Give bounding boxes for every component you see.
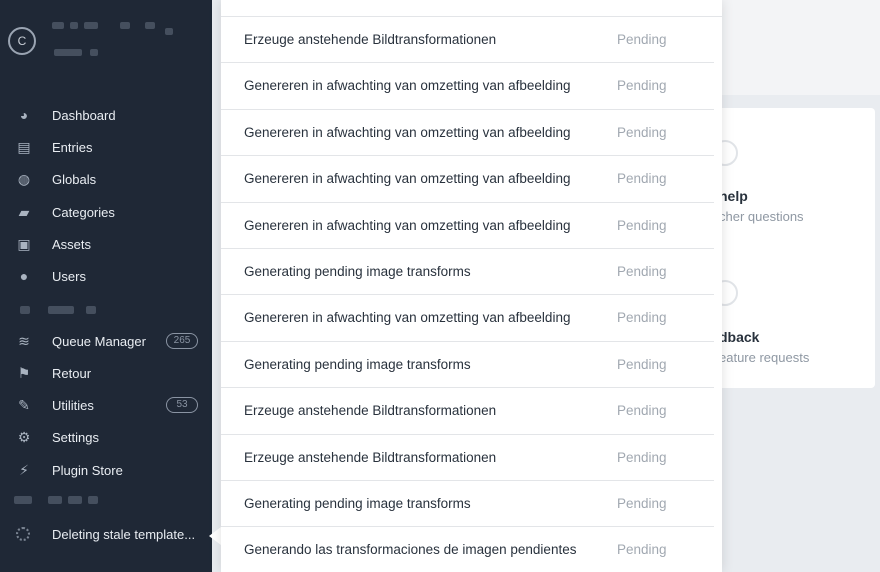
job-status: Pending [617,171,667,187]
wrench-icon: ✎ [18,396,30,413]
sidebar-item-label: Settings [52,429,99,445]
job-row[interactable]: Genereren in afwachting van omzetting va… [221,203,714,249]
nav-section-redacted [20,306,30,314]
job-row[interactable]: Generating pending image transforms Pendi… [221,342,714,389]
dashboard-icon: ◕ [19,107,29,123]
job-description: Genereren in afwachting van omzetting va… [244,171,571,187]
job-queue-popover: Erzeuge anstehende Bildtransformationen P… [221,0,722,572]
sidebar-item-label: Categories [52,204,115,220]
nav-section-redacted [14,496,32,504]
sidebar-item-label: Users [52,268,86,284]
count-badge: 53 [166,397,198,413]
job-row[interactable]: Genereren in afwachting van omzetting va… [221,110,714,157]
job-row[interactable]: Genereren in afwachting van omzetting va… [221,156,714,203]
job-description: Erzeuge anstehende Bildtransformationen [244,449,497,465]
spinner-icon [16,527,30,541]
sidebar-item-globals[interactable]: ◍ Globals [0,163,212,195]
site-name-redacted [165,28,173,35]
sidebar-item-label: Queue Manager [52,333,146,349]
sidebar-item-queue-manager[interactable]: ≋ Queue Manager 265 [0,325,212,357]
job-status: Pending [617,124,667,140]
feedback-title: dback [719,329,760,345]
job-status: Pending [617,403,667,419]
sidebar-item-label: Entries [52,139,93,155]
sidebar-item-label: Plugin Store [52,462,123,478]
stack-icon: ≋ [18,332,30,349]
count-badge: 265 [166,333,198,349]
job-row[interactable]: Erzeuge anstehende Bildtransformationen P… [221,435,714,481]
job-status: Pending [617,356,667,372]
popover-top-edge [221,0,722,17]
site-name-redacted [54,49,82,56]
job-status: Pending [617,32,667,47]
job-status: Pending [617,542,667,558]
job-row[interactable]: Erzeuge anstehende Bildtransformationen P… [221,17,714,64]
sidebar-item-retour[interactable]: ⚑ Retour [0,357,212,389]
job-row[interactable]: Generating pending image transforms Pendi… [221,481,714,528]
popover-pointer [209,527,221,545]
job-row[interactable]: Genereren in afwachting van omzetting va… [221,295,714,342]
image-icon: ▣ [17,235,31,252]
nav-section-redacted [48,496,62,504]
job-description: Erzeuge anstehende Bildtransformationen [244,403,497,419]
job-status-label: Deleting stale template... [52,526,196,542]
job-description: Generando las transformaciones de imagen… [244,542,577,558]
folder-icon: ▰ [18,203,30,220]
job-status: Pending [617,263,667,279]
sidebar: C ◕ Dashboard ▤ Entries ◍ Globals ▰ Categories ▣… [0,0,212,572]
job-description: Genereren in afwachting van omzetting va… [244,78,571,94]
job-description: Erzeuge anstehende Bildtransformationen [244,32,497,47]
help-subtitle: cher questions [719,209,804,224]
site-name-redacted [84,22,98,29]
sidebar-item-categories[interactable]: ▰ Categories [0,196,212,228]
nav-section-redacted [86,306,96,314]
job-description: Generating pending image transforms [244,356,471,372]
plug-icon: ⚡ [19,461,29,478]
job-description: Generating pending image transforms [244,263,471,279]
job-status: Pending [617,495,667,511]
sidebar-item-label: Utilities [52,397,94,413]
sidebar-item-label: Globals [52,171,97,187]
site-name-redacted [70,22,78,29]
job-description: Genereren in afwachting van omzetting va… [244,217,571,233]
job-status: Pending [617,78,667,94]
sidebar-item-entries[interactable]: ▤ Entries [0,131,212,163]
job-description: Genereren in afwachting van omzetting va… [244,310,571,326]
sidebar-item-users[interactable]: ● Users [0,260,212,292]
site-logo[interactable]: C [8,27,36,55]
globe-icon: ◍ [17,170,31,187]
sidebar-item-assets[interactable]: ▣ Assets [0,228,212,260]
nav-section-redacted [88,496,98,504]
gear-icon: ⚙ [17,428,31,445]
job-status: Pending [617,217,667,233]
header-area [722,0,880,95]
job-status: Pending [617,310,667,326]
job-description: Generating pending image transforms [244,495,471,511]
site-name-redacted [90,49,98,56]
sidebar-item-utilities[interactable]: ✎ Utilities 53 [0,389,212,421]
feedback-subtitle: eature requests [719,350,810,365]
sidebar-item-label: Dashboard [52,107,116,123]
entries-icon: ▤ [17,138,31,155]
sidebar-item-plugin-store[interactable]: ⚡ Plugin Store [0,454,212,486]
nav-section-redacted [68,496,82,504]
job-row[interactable]: Genereren in afwachting van omzetting va… [221,63,714,110]
job-row[interactable]: Erzeuge anstehende Bildtransformationen P… [221,388,714,435]
job-row[interactable]: Generating pending image transforms Pendi… [221,249,714,296]
sidebar-item-label: Retour [52,365,92,381]
sidebar-item-label: Assets [52,236,92,252]
flag-icon: ⚑ [17,364,31,381]
sidebar-item-settings[interactable]: ⚙ Settings [0,421,212,453]
site-name-redacted [120,22,130,29]
users-icon: ● [19,268,29,284]
job-status: Pending [617,449,667,465]
site-name-redacted [52,22,64,29]
help-title: help [719,188,748,204]
job-description: Genereren in afwachting van omzetting va… [244,124,571,140]
site-name-redacted [145,22,155,29]
nav-section-redacted [48,306,74,314]
sidebar-item-dashboard[interactable]: ◕ Dashboard [0,99,212,131]
job-progress-item[interactable]: Deleting stale template... [0,518,212,550]
job-row[interactable]: Generando las transformaciones de imagen… [221,527,714,572]
